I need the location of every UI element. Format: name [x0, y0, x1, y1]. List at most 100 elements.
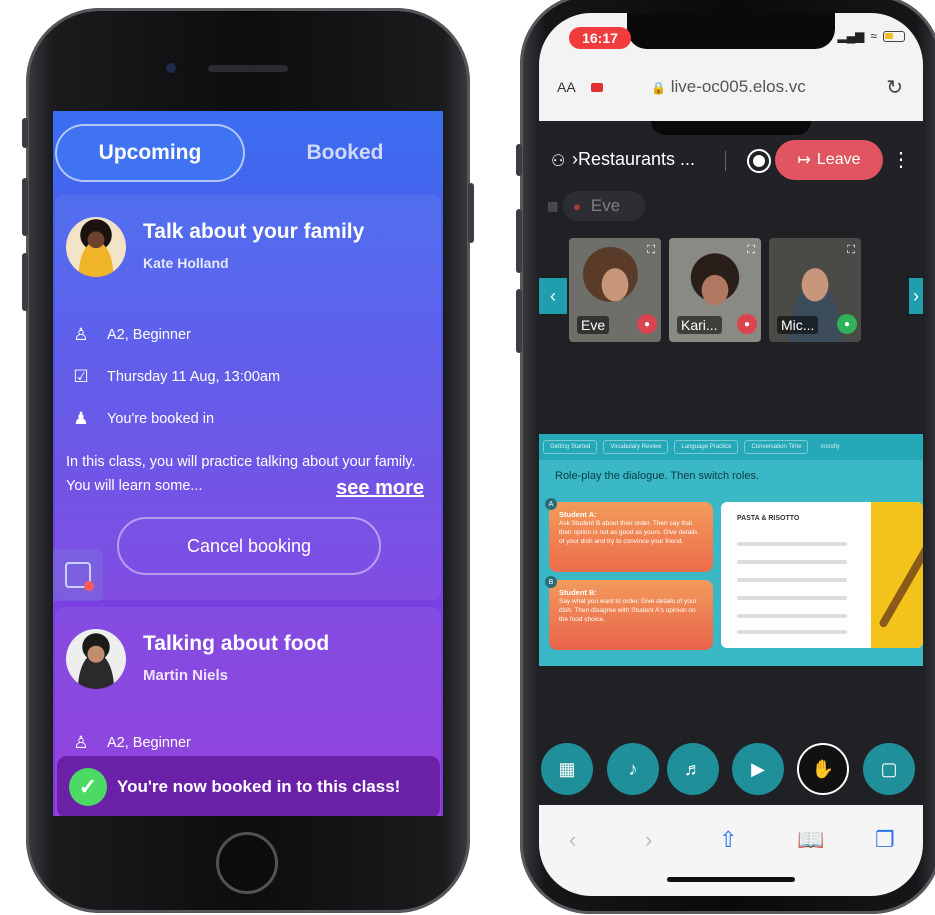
leave-button[interactable]: ↦ Leave [775, 140, 883, 180]
cancel-booking-button[interactable]: Cancel booking [117, 517, 381, 575]
text-size-button[interactable]: AA [557, 79, 576, 95]
date-text: Thursday 11 Aug, 13:00am [107, 369, 281, 385]
participant-name: Mic... [777, 316, 819, 334]
student-a-text: Ask Student B about their order. Then sa… [559, 520, 698, 545]
see-more-link[interactable]: see more [336, 476, 424, 500]
menu-line [737, 578, 847, 582]
menu-line [737, 596, 847, 600]
video-off-icon: ▩ [547, 199, 559, 213]
share-icon[interactable]: ⇧ [719, 827, 737, 853]
forward-icon[interactable]: › [645, 827, 652, 853]
level-icon: ♙ [73, 733, 89, 752]
exit-icon: ↦ [797, 152, 811, 169]
home-button[interactable] [216, 832, 278, 894]
book-icon[interactable]: 📖 [797, 827, 824, 853]
badge-a: A [545, 498, 557, 510]
browser-toolbar: ‹ › ⇧ 📖 ❐ [539, 805, 923, 896]
mic-off-icon: ● [637, 314, 657, 334]
volume-up-button [516, 209, 522, 273]
student-b-label: Student B: [559, 588, 597, 597]
class-card[interactable]: Talk about your family Kate Holland ♙ A2… [55, 195, 441, 600]
menu-line [737, 560, 847, 564]
class-title: Talking about food [143, 632, 330, 655]
expand-icon[interactable]: ⛶ [847, 244, 855, 257]
participant-name: Kari... [677, 316, 722, 334]
record-button[interactable] [747, 149, 771, 173]
date-row: ☑ Thursday 11 Aug, 13:00am [69, 365, 280, 389]
badge-b: B [545, 576, 557, 588]
active-speaker-chip: ● Eve [563, 191, 645, 221]
mic-off-icon: ● [573, 198, 581, 214]
mic-off-icon: ● [737, 314, 757, 334]
home-indicator [667, 877, 795, 882]
mic-on-icon: ● [837, 314, 857, 334]
tab-booked[interactable]: Booked [285, 124, 405, 182]
prev-arrow-icon[interactable]: ‹ [539, 278, 567, 314]
video-tile[interactable]: ⛶ Eve ● [569, 238, 661, 342]
earpiece-speaker [208, 65, 288, 72]
video-tile[interactable]: ⛶ Kari... ● [669, 238, 761, 342]
brand-logo: mondly [820, 444, 840, 450]
participant-name: Eve [577, 316, 610, 334]
expand-icon[interactable]: ⛶ [647, 244, 655, 257]
video-tile[interactable]: ⛶ Mic... ● [769, 238, 861, 342]
teacher-avatar [66, 629, 126, 689]
volume-down-button [516, 289, 522, 353]
mic-icon[interactable]: ♪ [607, 743, 659, 795]
back-icon[interactable]: ‹ [569, 827, 576, 853]
room-name[interactable]: ›Restaurants ... [572, 149, 695, 170]
power-button [468, 183, 474, 243]
camera-in-use-icon [591, 83, 603, 92]
camera-icon[interactable]: ▶ [732, 743, 784, 795]
menu-title: PASTA & RISOTTO [737, 515, 800, 522]
front-camera [166, 63, 176, 73]
phone-right: 16:17 ▂▄▆ ≈ AA 🔒 live-oc005.elos.vc ↻ ⚇ … [516, 0, 935, 914]
slide-nav-item: Language Practice [674, 440, 739, 454]
more-options-icon[interactable]: ⋮ [891, 147, 911, 172]
tab-upcoming[interactable]: Upcoming [55, 124, 245, 182]
status-bar: 16:17 ▂▄▆ ≈ [539, 13, 923, 61]
leave-label: Leave [816, 151, 861, 168]
class-description: In this class, you will practice talking… [66, 450, 436, 500]
calendar-shortcut[interactable] [53, 549, 103, 601]
speaker-icon[interactable]: ♬ [667, 743, 719, 795]
teacher-name: Martin Niels [143, 667, 229, 684]
address-bar[interactable]: AA 🔒 live-oc005.elos.vc ↻ [539, 61, 923, 121]
window-icon[interactable]: ▢ [863, 743, 915, 795]
signal-icon: ▂▄▆ [837, 29, 865, 43]
class-title: Talk about your family [143, 220, 365, 243]
menu-line [737, 542, 847, 546]
slide-nav: Getting Started Vocabulary Review Langua… [539, 434, 923, 460]
slide-nav-item: Conversation Time [744, 440, 809, 454]
level-text: A2, Beginner [107, 735, 191, 751]
lesson-slide: Getting Started Vocabulary Review Langua… [539, 434, 923, 666]
slide-nav-item: Getting Started [543, 440, 598, 454]
speaker-name: Eve [590, 196, 621, 215]
app-screen: Upcoming Booked Talk about your family K… [53, 111, 443, 816]
calendar-icon [65, 562, 94, 591]
menu-line [737, 630, 847, 634]
divider [725, 151, 726, 171]
check-icon: ✓ [69, 768, 107, 806]
level-row: ♙ A2, Beginner [69, 323, 190, 347]
participant-strip: ‹ ⛶ Eve ● ⛶ Kari... ● ⛶ Mic... ● › [539, 238, 923, 358]
url-text: 🔒 live-oc005.elos.vc [651, 77, 806, 97]
raise-hand-icon[interactable]: ✋ [797, 743, 849, 795]
reload-icon[interactable]: ↻ [886, 75, 903, 100]
tabs-icon[interactable]: ❐ [875, 827, 895, 853]
student-b-text: Say what you want to order. Give details… [559, 598, 697, 623]
level-row: ♙ A2, Beginner [69, 731, 191, 755]
teacher-avatar [66, 217, 126, 277]
booking-confirmation-toast: ✓ You're now booked in to this class! [57, 756, 440, 816]
silent-switch [22, 118, 28, 148]
volume-up-button [22, 178, 28, 236]
grid-icon[interactable]: ▦ [541, 743, 593, 795]
toast-text: You're now booked in to this class! [117, 777, 401, 796]
participants-icon[interactable]: ⚇ [551, 151, 565, 171]
notch [627, 13, 835, 49]
composite-screenshot: Upcoming Booked Talk about your family K… [0, 0, 935, 915]
status-icons: ▂▄▆ ≈ [837, 29, 905, 43]
expand-icon[interactable]: ⛶ [747, 244, 755, 257]
booking-status-row: ♟ You're booked in [69, 407, 214, 431]
next-arrow-icon[interactable]: › [909, 278, 923, 314]
